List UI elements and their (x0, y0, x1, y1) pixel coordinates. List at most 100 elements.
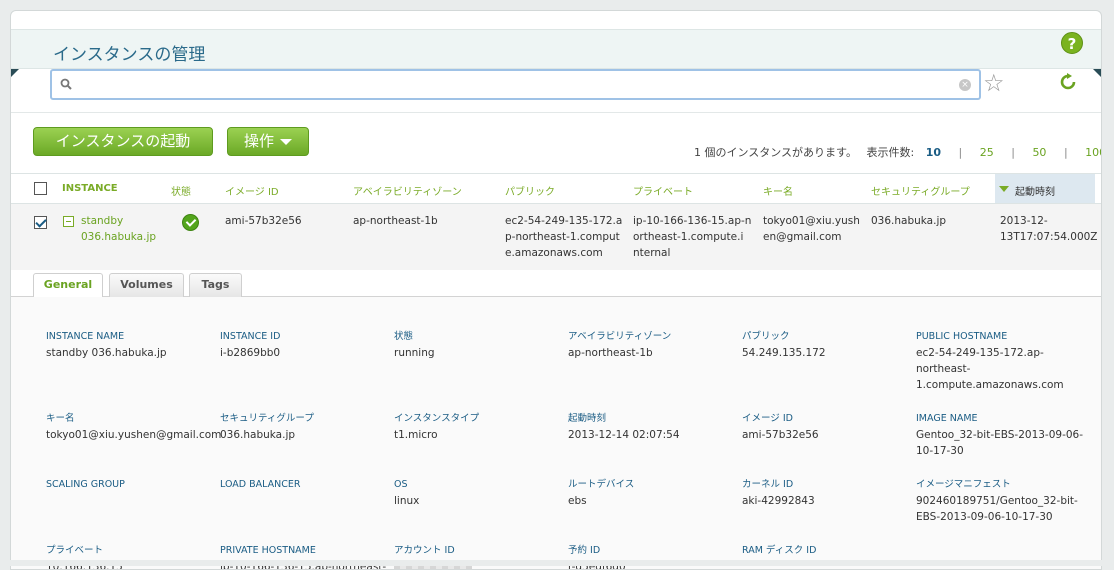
clear-search-icon[interactable]: × (959, 79, 971, 91)
detail-field: INSTANCE NAME standby 036.habuka.jp (46, 329, 167, 361)
detail-label: LOAD BALANCER (220, 479, 301, 490)
per-page-label: 表示件数: (866, 146, 915, 159)
select-all-checkbox[interactable] (34, 182, 47, 195)
cell-private-line: ip-10-166-136-15.ap-n (633, 215, 752, 227)
chevron-down-icon (280, 138, 292, 145)
column-header-launch-time-label: 起動時刻 (1015, 187, 1055, 198)
instance-count-bar: 1 個のインスタンスがあります。 表示件数: 10 | 25 | 50 | 10… (694, 144, 1101, 160)
search-box[interactable]: × (50, 69, 981, 100)
ribbon-corner-right (1093, 69, 1101, 77)
detail-field: RAM ディスク ID (742, 543, 816, 559)
detail-field: SCALING GROUP (46, 477, 125, 493)
cell-instance[interactable]: standby 036.habuka.jp (81, 213, 156, 245)
detail-field: PUBLIC HOSTNAME ec2-54-249-135-172.ap-nor… (916, 329, 1064, 393)
detail-value: ec2-54-249-135-172.ap- (916, 347, 1044, 359)
detail-label: 起動時刻 (568, 413, 607, 424)
detail-field: インスタンスタイプ t1.micro (394, 411, 479, 443)
detail-panel: INSTANCE NAME standby 036.habuka.jp INSTAN… (11, 297, 1101, 569)
detail-value: Gentoo_32-bit-EBS-2013-09-06- (916, 429, 1084, 441)
column-header-zone[interactable]: アベイラビリティゾーン (353, 183, 462, 198)
cell-launch-time: 2013-12- 13T17:07:54.000Z (1000, 213, 1098, 245)
detail-label: イメージマニフェスト (916, 479, 1011, 490)
column-header-security-group[interactable]: セキュリティグループ (871, 183, 970, 198)
cell-instance-line: standby (81, 215, 124, 227)
detail-label: INSTANCE ID (220, 331, 281, 342)
cell-launch-time-line: 2013-12- (1000, 215, 1048, 227)
launch-instance-button[interactable]: インスタンスの起動 (33, 127, 213, 156)
detail-field: OS linux (394, 477, 419, 509)
page-title: インスタンスの管理 (53, 45, 206, 65)
detail-label: OS (394, 479, 408, 490)
tab-general[interactable]: General (33, 273, 103, 298)
column-header-private[interactable]: プライベート (633, 183, 693, 198)
detail-label: カーネル ID (742, 479, 794, 490)
per-page-option-50[interactable]: 50 (1032, 146, 1046, 159)
detail-value: standby 036.habuka.jp (46, 347, 167, 359)
detail-value: ap-northeast-1b (568, 347, 653, 359)
per-page-option-100[interactable]: 100 (1085, 146, 1101, 159)
instance-count-text: 1 個のインスタンスがあります。 (694, 146, 857, 159)
per-page-option-10[interactable]: 10 (926, 146, 941, 159)
cell-launch-time-line: 13T17:07:54.000Z (1000, 231, 1098, 243)
cell-private: ip-10-166-136-15.ap-n ortheast-1.compute… (633, 213, 751, 261)
refresh-icon[interactable] (1059, 73, 1077, 91)
detail-label: RAM ディスク ID (742, 545, 817, 556)
detail-label: 状態 (394, 331, 414, 342)
detail-value: running (394, 347, 435, 359)
column-header-state[interactable]: 状態 (171, 183, 191, 198)
actions-dropdown-button[interactable]: 操作 (227, 127, 309, 156)
detail-value: i-b2869bb0 (220, 347, 281, 359)
tab-volumes[interactable]: Volumes (109, 273, 184, 297)
search-input[interactable] (78, 71, 938, 98)
detail-label: IMAGE NAME (916, 413, 978, 424)
detail-label: プライベート (46, 545, 104, 556)
detail-label: パブリック (742, 331, 790, 342)
detail-field: カーネル ID aki-42992843 (742, 477, 815, 509)
detail-field: LOAD BALANCER (220, 477, 300, 493)
column-header-public[interactable]: パブリック (505, 183, 555, 198)
cell-security-group: 036.habuka.jp (871, 215, 947, 227)
detail-label: キー名 (46, 413, 75, 424)
detail-value: 54.249.135.172 (742, 347, 826, 359)
cell-public: ec2-54-249-135-172.a p-northeast-1.compu… (505, 213, 622, 261)
cell-key-line: tokyo01@xiu.yush (763, 215, 860, 227)
detail-value: 902460189751/Gentoo_32-bit- (916, 495, 1078, 507)
tab-tags[interactable]: Tags (189, 273, 242, 297)
table-row[interactable]: standby 036.habuka.jp ami-57b32e56 ap-no… (11, 204, 1101, 270)
detail-value: northeast- (916, 363, 971, 375)
detail-field: IMAGE NAME Gentoo_32-bit-EBS-2013-09-06- 1… (916, 411, 1083, 459)
cell-private-line: ortheast-1.compute.i (633, 231, 744, 243)
column-header-image-id[interactable]: イメージ ID (225, 183, 279, 198)
column-header-key-name[interactable]: キー名 (763, 183, 793, 198)
cell-key-name: tokyo01@xiu.yush en@gmail.com (763, 213, 860, 245)
detail-field: セキュリティグループ 036.habuka.jp (220, 411, 314, 443)
per-page-option-25[interactable]: 25 (980, 146, 994, 159)
detail-label: SCALING GROUP (46, 479, 125, 490)
cell-public-line: p-northeast-1.comput (505, 231, 620, 243)
bottom-edge (0, 560, 1114, 566)
detail-value: 036.habuka.jp (220, 429, 296, 441)
detail-label: アカウント ID (394, 545, 455, 556)
detail-value: 1.compute.amazonaws.com (916, 379, 1064, 391)
help-icon[interactable]: ? (1061, 32, 1083, 54)
row-collapse-icon[interactable] (63, 216, 74, 227)
detail-value: aki-42992843 (742, 495, 815, 507)
column-header-launch-time[interactable]: 起動時刻 (995, 174, 1095, 203)
status-running-icon (182, 214, 199, 231)
detail-value: ami-57b32e56 (742, 429, 819, 441)
table-header: INSTANCE 状態 イメージ ID アベイラビリティゾーン パブリック プラ… (11, 173, 1101, 204)
detail-label: アベイラビリティゾーン (568, 331, 672, 342)
detail-field: INSTANCE ID i-b2869bb0 (220, 329, 280, 361)
detail-value: ebs (568, 495, 587, 507)
favorite-star-icon[interactable]: ☆ (983, 70, 1005, 96)
cell-public-line: ec2-54-249-135-172.a (505, 215, 623, 227)
detail-value: 2013-12-14 02:07:54 (568, 429, 680, 441)
column-header-instance[interactable]: INSTANCE (62, 183, 118, 194)
row-checkbox[interactable] (34, 216, 47, 229)
detail-field: 起動時刻 2013-12-14 02:07:54 (568, 411, 680, 443)
detail-label: PRIVATE HOSTNAME (220, 545, 316, 556)
cell-instance-line: 036.habuka.jp (81, 231, 157, 243)
detail-field: キー名 tokyo01@xiu.yushen@gmail.com (46, 411, 221, 443)
actions-label: 操作 (243, 132, 274, 150)
cell-private-line: nternal (633, 247, 671, 259)
